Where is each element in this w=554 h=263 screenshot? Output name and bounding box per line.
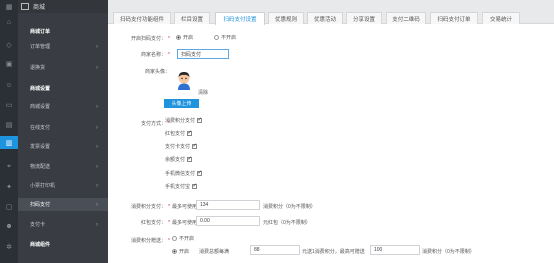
app-title: 商城	[33, 5, 46, 11]
sidebar-section-settings: 商城设置	[30, 86, 51, 92]
wallet-icon[interactable]: ▢	[0, 200, 18, 213]
chevron-right-icon: ›	[96, 182, 98, 189]
checkbox[interactable]	[197, 170, 202, 177]
gift-icon[interactable]: ✦	[0, 180, 18, 193]
points-gift-off-radio[interactable]: 不开启	[172, 235, 194, 242]
sidebar-item-online-pay[interactable]: 在线支付 ›	[18, 121, 108, 134]
image-icon[interactable]: ▭	[0, 98, 18, 111]
pay-method-balance[interactable]: 余额支付	[165, 156, 192, 163]
sidebar-item-printer[interactable]: 小票打印机 ›	[18, 179, 108, 192]
tab-scan-pay-components[interactable]: 扫码支付功能组件	[113, 12, 171, 24]
tab-bar: 扫码支付功能组件 栏目设置 扫码支付设置 优惠规则 优惠活动 分享设置 支付二维…	[108, 0, 554, 25]
app-header: 商城	[18, 0, 108, 13]
points-gift-on-radio[interactable]: 开启	[172, 248, 189, 255]
clipboard-icon[interactable]: ▥	[0, 136, 18, 149]
enable-on-radio[interactable]: 开启	[176, 34, 193, 41]
avatar-clear-link[interactable]: 清除	[198, 89, 208, 96]
redpack-pay-label: 红包支付： *	[141, 220, 170, 226]
tab-column-settings[interactable]: 栏目设置	[174, 12, 210, 24]
tab-pay-qrcode[interactable]: 支付二维码	[386, 12, 426, 24]
tab-trade-stats[interactable]: 交易统计	[482, 12, 520, 24]
redpack-pay-suffix: 元红包（0为不限制）	[263, 220, 311, 226]
points-pay-suffix: 消费积分（0为不限制）	[263, 204, 316, 210]
user-icon[interactable]: ☻	[0, 220, 18, 233]
sidebar-item-pay-card[interactable]: 支付卡 ›	[18, 218, 108, 231]
chevron-right-icon: ›	[96, 103, 98, 110]
cart-icon[interactable]: ▣	[0, 57, 18, 70]
chevron-right-icon: ›	[96, 201, 98, 208]
checkbox[interactable]	[192, 183, 197, 190]
avatar-upload-button[interactable]: 头像上传	[164, 99, 199, 108]
chevron-right-icon: ›	[96, 124, 98, 131]
sidebar-item-logistics[interactable]: 物流配送 ›	[18, 160, 108, 173]
enable-label: 开启扫码支付： *	[131, 36, 170, 42]
sidebar-item-store-settings[interactable]: 商城设置 ›	[18, 100, 108, 113]
tab-promotions[interactable]: 优惠活动	[307, 12, 343, 24]
sidebar-item-invoice[interactable]: 发票设置 ›	[18, 140, 108, 153]
checkbox[interactable]	[187, 156, 192, 163]
points-pay-input[interactable]: 134	[196, 200, 260, 210]
points-pay-label: 消费积分支付： *	[131, 204, 170, 210]
chart-icon[interactable]: ▤	[0, 118, 18, 131]
avatar	[178, 71, 190, 90]
merchant-name-input[interactable]: 扫码支付	[177, 49, 229, 59]
pay-methods-label: 支付方式： *	[141, 121, 170, 127]
sidebar-section-orders: 商城订单	[30, 29, 51, 35]
pay-method-card[interactable]: 支付卡支付	[165, 143, 197, 150]
pay-method-points[interactable]: 消费积分支付	[165, 117, 202, 124]
users-icon[interactable]: ☺	[0, 79, 18, 92]
checkbox[interactable]	[192, 143, 197, 150]
sidebar-item-order-manage[interactable]: 订单管理 ›	[18, 40, 108, 53]
points-gift-rule-prefix: 消费总额每满	[199, 249, 230, 255]
enable-off-radio[interactable]: 不开启	[214, 34, 236, 41]
sidebar-section-components: 商城组件	[30, 242, 51, 248]
settings-icon[interactable]: ✲	[0, 240, 18, 253]
pay-method-wechat[interactable]: 手机微信支付	[165, 170, 202, 177]
points-pay-prefix: 最多可使用	[172, 204, 198, 210]
redpack-pay-prefix: 最多可使用	[172, 220, 198, 226]
tab-scan-pay-orders[interactable]: 扫码支付订单	[430, 12, 478, 24]
chevron-right-icon: ›	[96, 221, 98, 228]
sidebar-item-scan-pay[interactable]: 扫码支付 ›	[18, 198, 108, 211]
store-logo-icon	[21, 3, 29, 10]
menu-grid-icon[interactable]: ▦	[0, 0, 18, 13]
points-gift-max-input[interactable]: 100	[370, 245, 420, 255]
points-gift-threshold-input[interactable]: 88	[250, 245, 300, 255]
chevron-right-icon: ›	[96, 163, 98, 170]
tab-share-settings[interactable]: 分享设置	[346, 12, 382, 24]
tag-icon[interactable]: ⌖	[0, 160, 18, 173]
pay-method-redpack[interactable]: 红包支付	[165, 130, 192, 137]
merchant-avatar-label: 商家头像：	[144, 69, 170, 75]
chevron-right-icon: ›	[96, 43, 98, 50]
tab-discount-rules[interactable]: 优惠规则	[268, 12, 304, 24]
chevron-right-icon: ›	[96, 143, 98, 150]
sidebar: 商城 商城订单 订单管理 › 退换货 › 商城设置 商城设置 › 在线支付 › 发票设置…	[18, 0, 108, 263]
icon-rail: ▦ ⌂ ◇ ▣ ☺ ▭ ▤ ▥ ⌖ ✦ ▢ ☻ ✲	[0, 0, 18, 263]
home-icon[interactable]: ⌂	[0, 16, 18, 29]
box-icon[interactable]: ◇	[0, 38, 18, 51]
points-gift-label: 消费积分赠送： *	[131, 238, 170, 244]
checkbox[interactable]	[187, 130, 192, 137]
checkbox[interactable]	[197, 117, 202, 124]
merchant-name-label: 商家名称： *	[141, 52, 170, 58]
sidebar-item-returns[interactable]: 退换货 ›	[18, 61, 108, 74]
pay-method-alipay[interactable]: 手机支付宝	[165, 183, 197, 190]
redpack-pay-input[interactable]: 0.00	[196, 216, 260, 226]
points-gift-rule-suffix: 消费积分（0为不限制）	[422, 249, 475, 255]
settings-form: 开启扫码支付： * 开启 不开启 商家名称： * 扫码支付 商家头像： 清除 头像上…	[108, 24, 554, 263]
chevron-right-icon: ›	[96, 64, 98, 71]
points-gift-rule-mid: 元送1消费积分，最高可赠送	[302, 249, 365, 255]
